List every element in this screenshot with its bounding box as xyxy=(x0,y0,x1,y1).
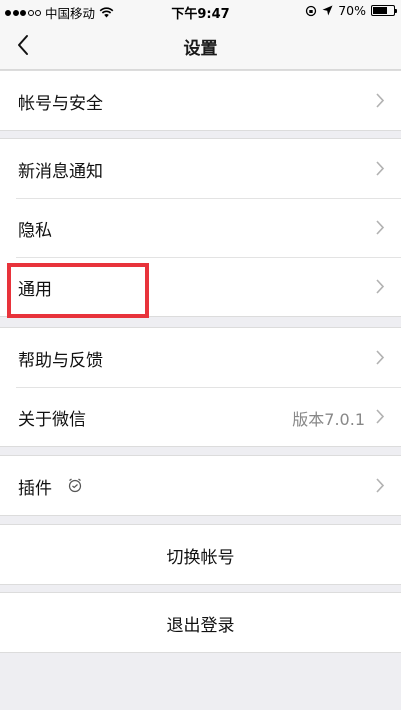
logout-button[interactable]: 退出登录 xyxy=(0,593,401,652)
page-title: 设置 xyxy=(183,39,218,59)
settings-group-plugins: 插件 xyxy=(0,455,401,516)
settings-group-logout: 退出登录 xyxy=(0,592,401,653)
cell-privacy[interactable]: 隐私 xyxy=(0,198,401,257)
settings-group-account: 帐号与安全 xyxy=(0,70,401,131)
cell-label: 新消息通知 xyxy=(18,162,103,182)
switch-account-button[interactable]: 切换帐号 xyxy=(0,525,401,584)
battery-percent: 70% xyxy=(338,3,366,18)
cell-general[interactable]: 通用 xyxy=(0,257,401,316)
battery-level xyxy=(373,7,387,14)
cell-label: 关于微信 xyxy=(18,410,86,430)
switch-account-label: 切换帐号 xyxy=(166,548,235,568)
cell-label: 帮助与反馈 xyxy=(18,351,103,371)
cell-label: 帐号与安全 xyxy=(18,94,103,114)
settings-group-help: 帮助与反馈 关于微信 版本7.0.1 xyxy=(0,327,401,447)
chevron-right-icon xyxy=(376,478,385,493)
rotation-lock-icon xyxy=(306,5,317,16)
chevron-right-icon xyxy=(376,350,385,365)
chevron-right-icon xyxy=(376,409,385,424)
status-bar: 中国移动 下午9:47 70% xyxy=(0,0,401,22)
status-right: 70% xyxy=(305,3,397,18)
cell-account-security[interactable]: 帐号与安全 xyxy=(0,71,401,130)
nav-bar: 设置 xyxy=(0,22,401,70)
settings-group-switch: 切换帐号 xyxy=(0,524,401,585)
battery-icon xyxy=(371,5,397,16)
logout-label: 退出登录 xyxy=(166,616,235,636)
cell-label: 插件 xyxy=(18,479,52,499)
version-label: 版本7.0.1 xyxy=(292,410,365,429)
chevron-right-icon xyxy=(376,220,385,235)
cell-label: 隐私 xyxy=(18,221,52,241)
cell-help-feedback[interactable]: 帮助与反馈 xyxy=(0,328,401,387)
cell-about[interactable]: 关于微信 版本7.0.1 xyxy=(0,387,401,446)
chevron-right-icon xyxy=(376,161,385,176)
chevron-right-icon xyxy=(376,93,385,108)
plugin-icon xyxy=(68,478,82,493)
location-arrow-icon xyxy=(322,5,333,16)
cell-notifications[interactable]: 新消息通知 xyxy=(0,139,401,198)
cell-label: 通用 xyxy=(18,280,52,300)
chevron-right-icon xyxy=(376,279,385,294)
settings-group-main: 新消息通知 隐私 通用 xyxy=(0,138,401,317)
cell-plugins[interactable]: 插件 xyxy=(0,456,401,515)
